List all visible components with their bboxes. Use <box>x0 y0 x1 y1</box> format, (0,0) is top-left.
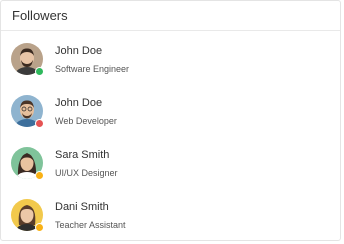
status-busy-icon <box>35 119 44 128</box>
follower-role: Software Engineer <box>55 64 130 74</box>
follower-item-john-doe-software-engineer[interactable]: John Doe Software Engineer <box>1 43 340 87</box>
avatar[interactable] <box>11 95 44 128</box>
follower-role: UI/UX Designer <box>55 168 118 178</box>
follower-name: Sara Smith <box>55 149 110 161</box>
status-online-icon <box>35 67 44 76</box>
followers-card: Followers John Doe Software Engineer Joh… <box>0 0 341 241</box>
card-title: Followers <box>1 1 340 31</box>
avatar[interactable] <box>11 147 44 180</box>
follower-item-sara-smith[interactable]: Sara Smith UI/UX Designer <box>1 147 340 191</box>
avatar[interactable] <box>11 199 44 232</box>
status-away-icon <box>35 171 44 180</box>
follower-item-john-doe-web-developer[interactable]: John Doe Web Developer <box>1 95 340 139</box>
follower-name: Dani Smith <box>55 201 109 213</box>
follower-role: Teacher Assistant <box>55 220 126 230</box>
avatar[interactable] <box>11 43 44 76</box>
status-away-icon <box>35 223 44 232</box>
follower-item-dani-smith[interactable]: Dani Smith Teacher Assistant <box>1 199 340 243</box>
follower-role: Web Developer <box>55 116 117 126</box>
follower-name: John Doe <box>55 97 103 109</box>
follower-name: John Doe <box>55 45 103 57</box>
